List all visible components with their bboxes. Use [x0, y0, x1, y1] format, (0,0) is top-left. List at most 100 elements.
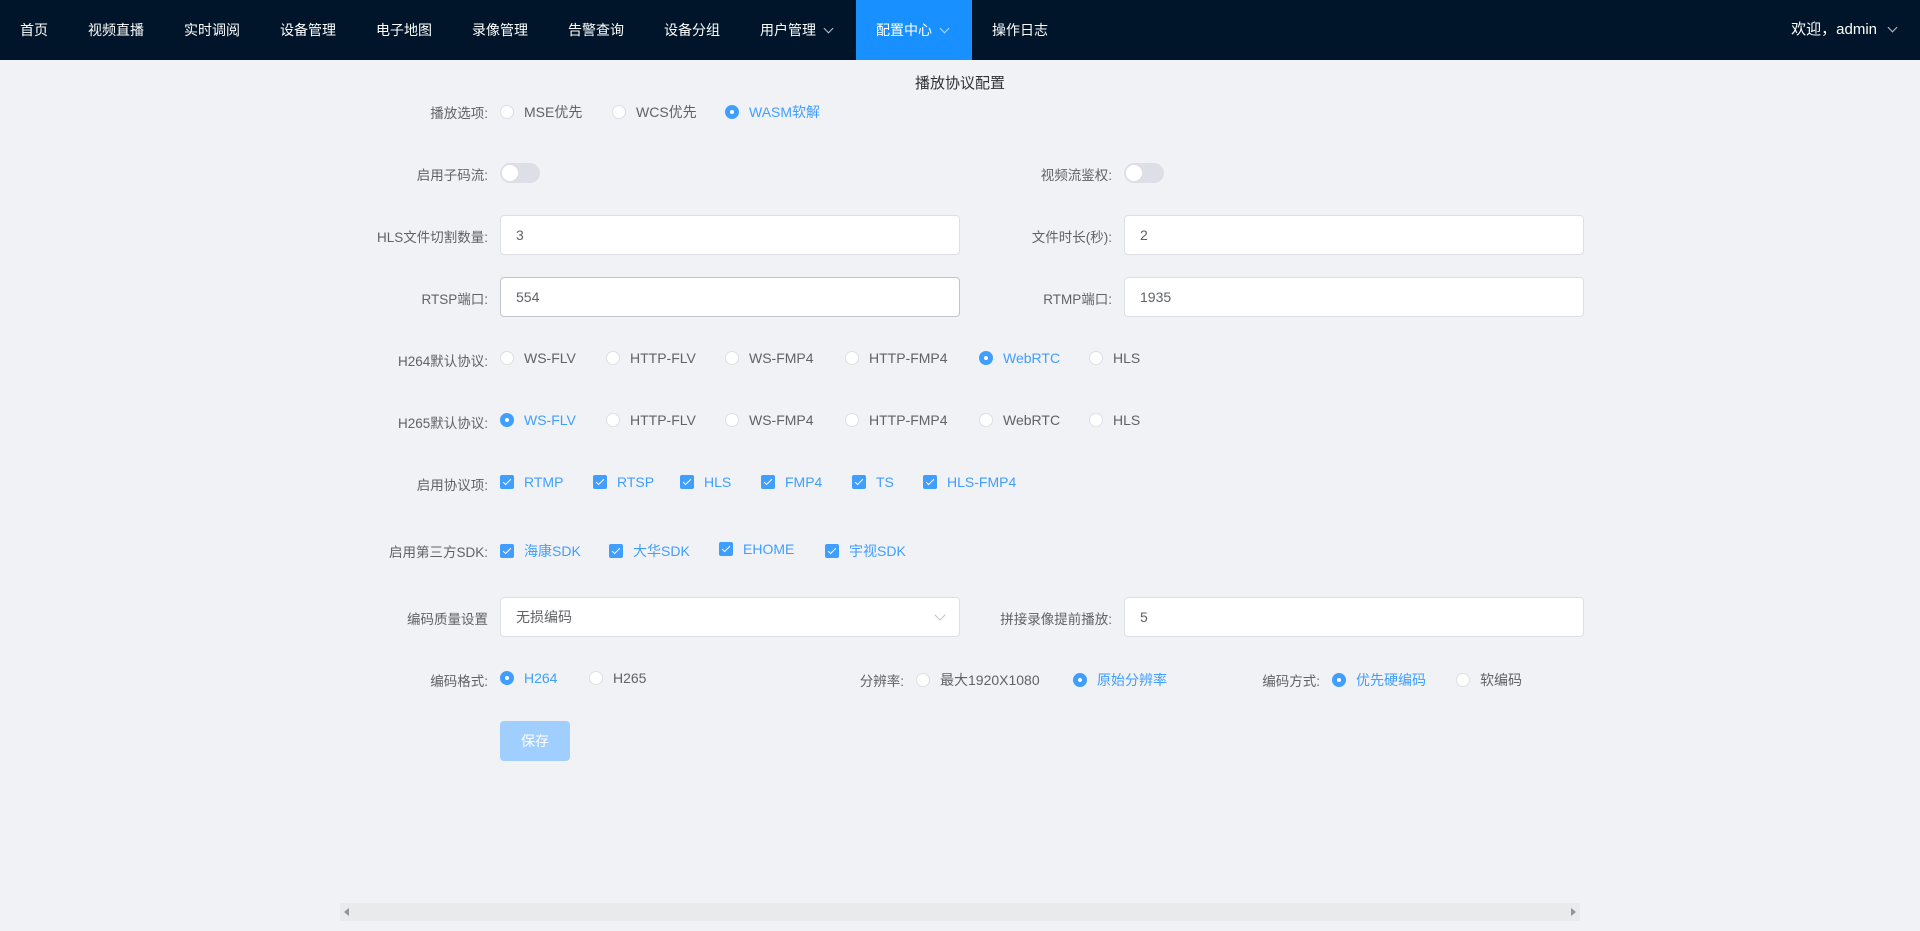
enabled-protocols-label: 启用协议项:: [416, 478, 488, 493]
radio-circle: [916, 673, 930, 687]
nav-item-label: 设备分组: [664, 22, 720, 38]
radio-circle: [1073, 673, 1087, 687]
h264-radio-webrtc[interactable]: WebRTC: [979, 350, 1060, 366]
nav-item-config-center[interactable]: 配置中心: [856, 0, 972, 60]
h264-radio-hls[interactable]: HLS: [1089, 350, 1140, 366]
radio-label: WS-FMP4: [749, 350, 814, 366]
radio-circle: [612, 105, 626, 119]
splice-preplay-input[interactable]: [1124, 597, 1584, 637]
nav-item-user-management[interactable]: 用户管理: [760, 0, 834, 60]
resolution-label: 分辨率:: [859, 674, 904, 689]
user-menu[interactable]: 欢迎，admin: [1791, 0, 1898, 60]
sub-stream-label: 启用子码流:: [416, 168, 488, 183]
stream-auth-switch[interactable]: [1124, 163, 1164, 183]
nav-item-label: 实时调阅: [184, 22, 240, 38]
h265-radio-ws-fmp4[interactable]: WS-FMP4: [725, 412, 814, 428]
radio-wasm-soft-decode[interactable]: WASM软解: [725, 102, 820, 122]
checkbox-label: 大华SDK: [633, 543, 690, 559]
save-button[interactable]: 保存: [500, 721, 570, 761]
nav-item-label: 用户管理: [760, 22, 816, 38]
hls-segments-input[interactable]: [500, 215, 960, 255]
radio-label: WS-FMP4: [749, 412, 814, 428]
nav-item-alarm-query[interactable]: 告警查询: [568, 0, 624, 60]
nav-item-home[interactable]: 首页: [20, 0, 48, 60]
checkbox-label: 宇视SDK: [849, 543, 906, 559]
scroll-right-arrow-icon[interactable]: [1571, 908, 1576, 916]
encode-quality-label: 编码质量设置: [407, 612, 488, 627]
checkbox-rtmp[interactable]: RTMP: [500, 474, 563, 490]
radio-label: 原始分辨率: [1097, 672, 1167, 688]
checkbox-fmp4[interactable]: FMP4: [761, 474, 822, 490]
checkbox-label: 海康SDK: [524, 543, 581, 559]
nav-item-label: 首页: [20, 22, 48, 38]
h264-radio-http-fmp4[interactable]: HTTP-FMP4: [845, 350, 948, 366]
nav-item-device-management[interactable]: 设备管理: [280, 0, 336, 60]
h264-radio-ws-fmp4[interactable]: WS-FMP4: [725, 350, 814, 366]
rtsp-port-input[interactable]: [500, 277, 960, 317]
nav-item-device-group[interactable]: 设备分组: [664, 0, 720, 60]
radio-software-encode[interactable]: 软编码: [1456, 670, 1522, 690]
nav-item-label: 告警查询: [568, 22, 624, 38]
radio-h264[interactable]: H264: [500, 670, 557, 686]
h265-radio-webrtc[interactable]: WebRTC: [979, 412, 1060, 428]
radio-mse-first[interactable]: MSE优先: [500, 102, 582, 122]
nav-item-live-video[interactable]: 视频直播: [88, 0, 144, 60]
stream-auth-label: 视频流鉴权:: [1040, 168, 1112, 183]
checkbox-hls[interactable]: HLS: [680, 474, 731, 490]
checkbox-ts[interactable]: TS: [852, 474, 894, 490]
radio-hardware-encode-first[interactable]: 优先硬编码: [1332, 670, 1426, 690]
radio-label: WebRTC: [1003, 412, 1061, 428]
h264-radio-ws-flv[interactable]: WS-FLV: [500, 350, 576, 366]
radio-label: HTTP-FLV: [630, 412, 696, 428]
radio-label: HLS: [1113, 412, 1141, 428]
rtmp-port-input[interactable]: [1124, 277, 1584, 317]
h265-radio-http-flv[interactable]: HTTP-FLV: [606, 412, 696, 428]
checkbox-rtsp[interactable]: RTSP: [593, 474, 654, 490]
encode-quality-select[interactable]: 无损编码: [500, 597, 960, 637]
nav-item-recording-management[interactable]: 录像管理: [472, 0, 528, 60]
radio-label: WCS优先: [636, 104, 697, 120]
checkbox-dahua-sdk[interactable]: 大华SDK: [609, 541, 690, 561]
radio-label: 最大1920X1080: [940, 672, 1040, 688]
top-navbar: 首页 视频直播 实时调阅 设备管理 电子地图 录像管理 告警查询 设备分组 用户…: [0, 0, 1920, 60]
sub-stream-switch[interactable]: [500, 163, 540, 183]
checkbox-check-icon: [609, 544, 623, 558]
checkbox-check-icon: [825, 544, 839, 558]
h265-radio-http-fmp4[interactable]: HTTP-FMP4: [845, 412, 948, 428]
nav-item-realtime-view[interactable]: 实时调阅: [184, 0, 240, 60]
checkbox-hls-fmp4[interactable]: HLS-FMP4: [923, 474, 1016, 490]
h265-radio-ws-flv[interactable]: WS-FLV: [500, 412, 576, 428]
checkbox-uniview-sdk[interactable]: 宇视SDK: [825, 541, 906, 561]
radio-max-1920x1080[interactable]: 最大1920X1080: [916, 670, 1040, 690]
checkbox-hikvision-sdk[interactable]: 海康SDK: [500, 541, 581, 561]
nav-item-label: 视频直播: [88, 22, 144, 38]
radio-circle: [979, 351, 993, 365]
radio-label: WS-FLV: [524, 350, 576, 366]
radio-label: WebRTC: [1003, 350, 1061, 366]
radio-h265[interactable]: H265: [589, 670, 646, 686]
checkbox-ehome[interactable]: EHOME: [719, 541, 794, 557]
radio-circle: [979, 413, 993, 427]
checkbox-check-icon: [923, 475, 937, 489]
radio-circle: [845, 413, 859, 427]
nav-item-label: 配置中心: [876, 22, 932, 38]
h264-radio-http-flv[interactable]: HTTP-FLV: [606, 350, 696, 366]
radio-wcs-first[interactable]: WCS优先: [612, 102, 697, 122]
chevron-down-icon: [939, 23, 950, 34]
play-option-label: 播放选项:: [430, 106, 488, 121]
radio-label: H264: [524, 670, 558, 686]
file-duration-input[interactable]: [1124, 215, 1584, 255]
select-value: 无损编码: [516, 609, 572, 625]
radio-label: HTTP-FMP4: [869, 412, 948, 428]
h265-radio-hls[interactable]: HLS: [1089, 412, 1140, 428]
radio-label: 优先硬编码: [1356, 672, 1426, 688]
radio-label: WS-FLV: [524, 412, 576, 428]
radio-label: HTTP-FMP4: [869, 350, 948, 366]
radio-original-resolution[interactable]: 原始分辨率: [1073, 670, 1167, 690]
checkbox-label: HLS-FMP4: [947, 474, 1017, 490]
nav-item-electronic-map[interactable]: 电子地图: [376, 0, 432, 60]
scroll-left-arrow-icon[interactable]: [344, 908, 349, 916]
encode-method-label: 编码方式:: [1262, 674, 1320, 689]
nav-item-operation-log[interactable]: 操作日志: [992, 0, 1048, 60]
horizontal-scrollbar[interactable]: [340, 903, 1580, 921]
